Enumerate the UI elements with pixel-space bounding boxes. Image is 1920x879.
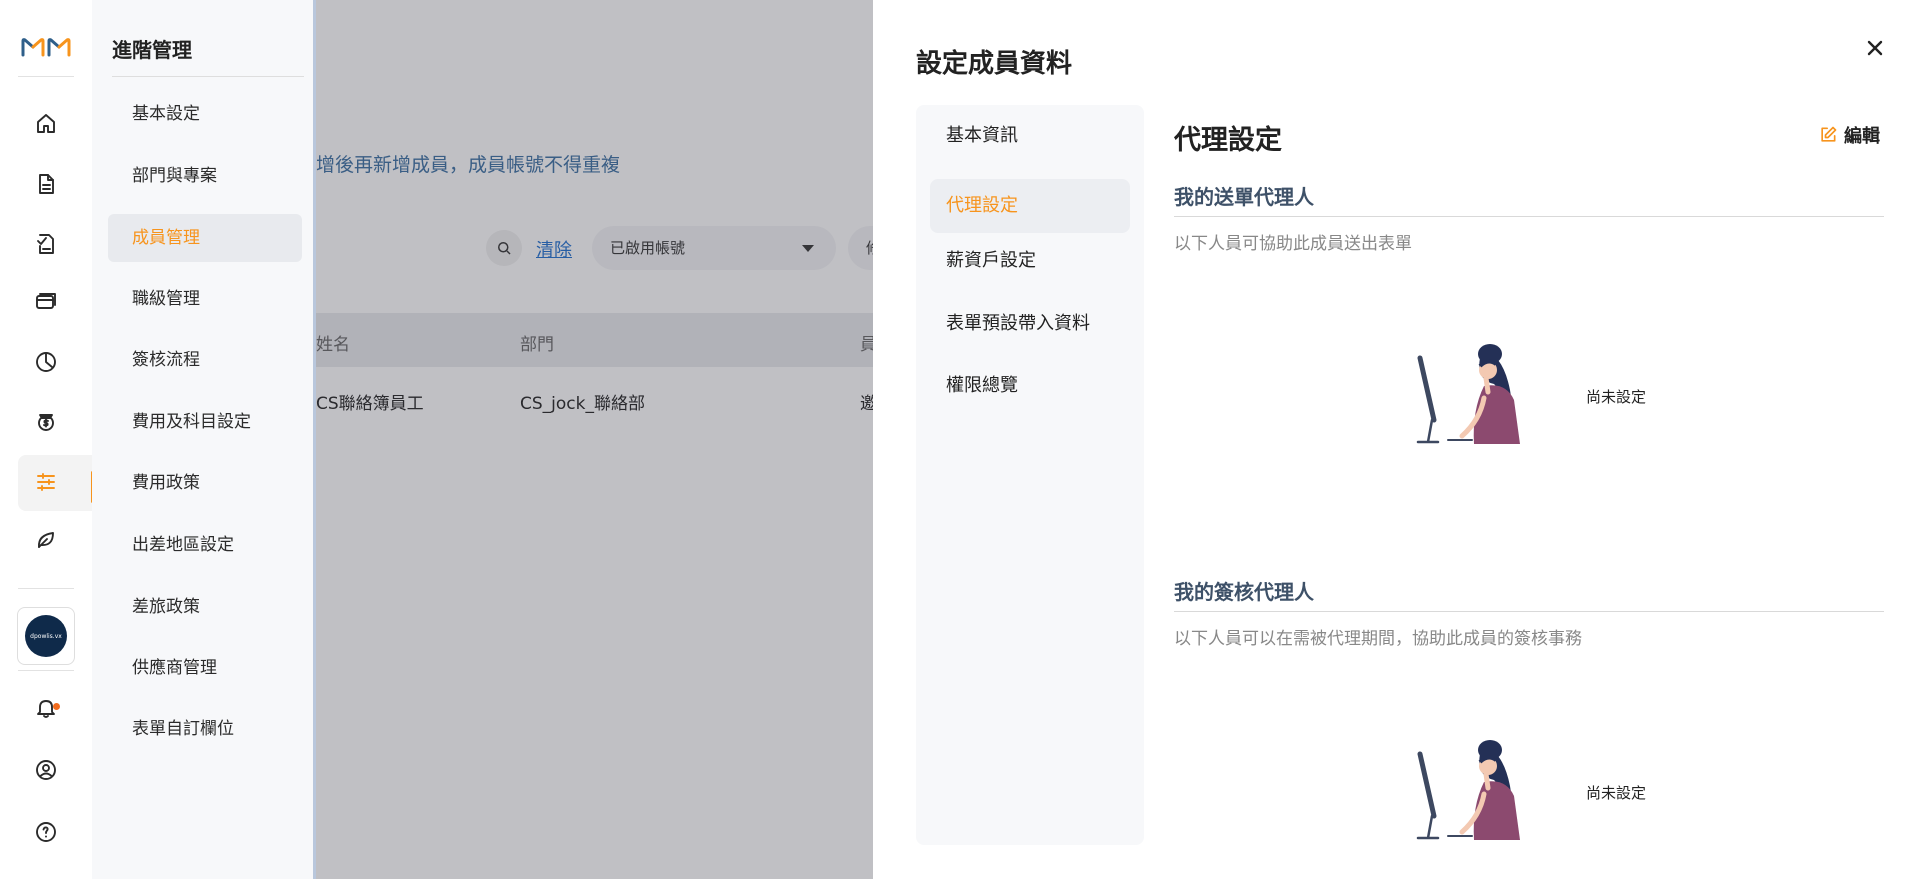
icon-rail: dpowlis.vx — [0, 0, 94, 879]
empty-state-label: 尚未設定 — [1586, 784, 1647, 802]
menu-item-travel-regions[interactable]: 出差地區設定 — [108, 521, 302, 569]
person-at-computer-illustration — [1416, 740, 1520, 840]
rail-divider — [18, 588, 74, 589]
edit-button[interactable]: 編輯 — [1818, 122, 1880, 148]
menu-item-departments-projects[interactable]: 部門與專案 — [108, 152, 302, 200]
avatar: dpowlis.vx — [25, 615, 67, 657]
menu-divider — [112, 76, 304, 77]
modal-backdrop[interactable] — [316, 0, 873, 879]
nav-basic-info[interactable]: 基本資訊 — [930, 109, 1130, 163]
app-logo[interactable] — [20, 35, 72, 59]
section-desc-approval-delegate: 以下人員可以在需被代理期間，協助此成員的簽核事務 — [1174, 629, 1582, 649]
section-divider — [1174, 611, 1884, 612]
edit-label: 編輯 — [1844, 126, 1880, 147]
card-icon[interactable] — [30, 286, 62, 318]
panel-title: 代理設定 — [1174, 125, 1282, 156]
rail-divider — [18, 670, 74, 671]
menu-item-member-management[interactable]: 成員管理 — [108, 214, 302, 262]
document-icon[interactable] — [30, 168, 62, 200]
close-icon — [1867, 40, 1883, 56]
menu-item-approval-flow[interactable]: 簽核流程 — [108, 336, 302, 384]
menu-item-job-grades[interactable]: 職級管理 — [108, 275, 302, 323]
rail-divider — [18, 76, 74, 77]
drawer-title: 設定成員資料 — [916, 49, 1073, 79]
menu-item-expense-policy[interactable]: 費用政策 — [108, 459, 302, 507]
settings-sliders-icon[interactable] — [30, 466, 62, 498]
member-settings-drawer: 設定成員資料 基本資訊 代理設定 薪資戶設定 表單預設帶入資料 權限總覽 代理設… — [873, 0, 1920, 879]
backdrop-edge — [313, 0, 316, 879]
section-divider — [1174, 216, 1884, 217]
menu-item-expense-accounts[interactable]: 費用及科目設定 — [108, 398, 302, 446]
empty-state-submit-delegate: 尚未設定 — [1410, 340, 1710, 450]
notification-dot — [53, 703, 60, 710]
menu-title: 進階管理 — [112, 38, 192, 62]
nav-payroll-account[interactable]: 薪資戶設定 — [930, 234, 1130, 288]
approval-icon[interactable] — [30, 228, 62, 260]
section-desc-submit-delegate: 以下人員可協助此成員送出表單 — [1174, 234, 1412, 254]
edit-icon — [1821, 126, 1837, 142]
section-title-approval-delegate: 我的簽核代理人 — [1174, 580, 1314, 604]
close-button[interactable] — [1863, 36, 1887, 60]
empty-state-approval-delegate: 尚未設定 — [1410, 736, 1710, 846]
menu-item-form-custom-fields[interactable]: 表單自訂欄位 — [108, 705, 302, 753]
user-circle-icon[interactable] — [30, 754, 62, 786]
drawer-nav: 基本資訊 代理設定 薪資戶設定 表單預設帶入資料 權限總覽 — [916, 105, 1144, 845]
person-at-computer-illustration — [1416, 344, 1520, 444]
empty-state-label: 尚未設定 — [1586, 388, 1647, 406]
home-icon[interactable] — [30, 108, 62, 140]
menu-item-travel-policy[interactable]: 差旅政策 — [108, 583, 302, 631]
leaf-icon[interactable] — [30, 524, 62, 556]
pie-chart-icon[interactable] — [30, 346, 62, 378]
menu-item-basic-settings[interactable]: 基本設定 — [108, 90, 302, 138]
admin-submenu: 進階管理 基本設定 部門與專案 成員管理 職級管理 簽核流程 費用及科目設定 費… — [92, 0, 316, 879]
nav-permissions-overview[interactable]: 權限總覽 — [930, 359, 1130, 413]
company-avatar-button[interactable]: dpowlis.vx — [17, 607, 75, 665]
menu-item-vendor-management[interactable]: 供應商管理 — [108, 644, 302, 692]
section-title-submit-delegate: 我的送單代理人 — [1174, 185, 1314, 209]
help-icon[interactable] — [30, 816, 62, 848]
nav-delegate-settings[interactable]: 代理設定 — [930, 179, 1130, 233]
nav-form-defaults[interactable]: 表單預設帶入資料 — [930, 297, 1130, 351]
money-icon[interactable] — [30, 406, 62, 438]
